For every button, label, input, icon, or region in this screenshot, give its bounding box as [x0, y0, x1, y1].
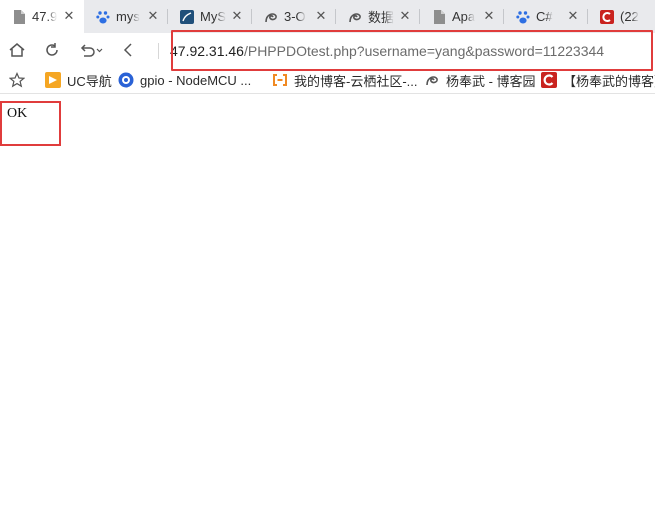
tab-label: mys [116, 9, 140, 24]
close-icon[interactable]: ✕ [146, 8, 160, 23]
address-path: /PHPPDOtest.php?username=yang&password=1… [243, 43, 605, 59]
undo-close-icon[interactable] [77, 40, 105, 60]
tab-label: MyS [200, 9, 226, 24]
tab-label: 47.9 [32, 9, 58, 24]
tab-8[interactable]: (22 [588, 0, 655, 33]
document-icon [12, 9, 26, 24]
home-icon[interactable] [6, 40, 28, 60]
tab-label: (22 [620, 9, 639, 24]
aliyun-icon [272, 72, 288, 88]
star-icon[interactable] [9, 71, 25, 89]
refresh-icon[interactable] [41, 40, 63, 60]
bookmark-aliyun-blog[interactable]: 我的博客-云栖社区-... [272, 71, 418, 89]
close-icon[interactable]: ✕ [482, 8, 496, 23]
baidu-paw-icon [96, 10, 110, 24]
tab-5[interactable]: 数据 ✕ [336, 0, 420, 33]
close-icon[interactable]: ✕ [314, 8, 328, 23]
close-icon[interactable]: ✕ [62, 8, 76, 23]
bookmark-label: gpio - NodeMCU ... [140, 72, 252, 88]
bookmark-label: 我的博客-云栖社区-... [294, 73, 418, 89]
bookmark-cnblogs[interactable]: 杨奉武 - 博客园 [424, 71, 536, 89]
close-icon[interactable]: ✕ [566, 8, 580, 23]
nodemcu-icon [118, 72, 134, 88]
address-host: 47.92.31.46 [170, 43, 244, 59]
baidu-paw-icon [516, 10, 530, 24]
swirl-logo-icon [264, 10, 278, 24]
address-bar[interactable]: 47.92.31.46/PHPPDOtest.php?username=yang… [158, 39, 655, 63]
response-text: OK [7, 106, 28, 121]
uc-nav-icon [45, 72, 61, 88]
back-icon[interactable] [117, 40, 139, 60]
bookmark-gpio-nodemcu[interactable]: gpio - NodeMCU ... [118, 71, 251, 89]
tab-7[interactable]: C# ✕ [504, 0, 588, 33]
tab-label: 3-O [284, 9, 306, 24]
mysql-icon [180, 9, 194, 24]
swirl-logo-icon [348, 10, 362, 24]
tab-3[interactable]: MyS ✕ [168, 0, 252, 33]
csdn-c-icon [541, 72, 557, 88]
close-icon[interactable]: ✕ [398, 8, 412, 23]
tab-4[interactable]: 3-O ✕ [252, 0, 336, 33]
bookmark-label: UC导航 [67, 73, 112, 89]
bookmark-uc-nav[interactable]: UC导航 [45, 71, 112, 89]
bookmark-label: 杨奉武 - 博客园 [446, 73, 536, 89]
tab-strip: 47.9 ✕ mys ✕ MyS ✕ 3-O ✕ 数据 ✕ Apa ✕ C# ✕… [0, 0, 655, 33]
bookmark-csdn[interactable]: 【杨奉武的博客】 [541, 71, 655, 89]
navigation-bar: 47.92.31.46/PHPPDOtest.php?username=yang… [0, 33, 655, 67]
tab-1[interactable]: 47.9 ✕ [0, 0, 84, 33]
document-icon [432, 9, 446, 24]
bookmarks-bar: UC导航 gpio - NodeMCU ... 我的博客-云栖社区-... 杨奉… [0, 67, 655, 94]
tab-6[interactable]: Apa ✕ [420, 0, 504, 33]
tab-2[interactable]: mys ✕ [84, 0, 168, 33]
close-icon[interactable]: ✕ [230, 8, 244, 23]
csdn-c-icon [600, 9, 614, 24]
page-content: OK [0, 95, 655, 513]
tab-label: C# [536, 9, 553, 24]
tab-label: 数据 [368, 10, 394, 25]
swirl-logo-icon [424, 72, 440, 88]
bookmark-label: 【杨奉武的博客】 [563, 73, 655, 89]
tab-label: Apa [452, 9, 476, 24]
